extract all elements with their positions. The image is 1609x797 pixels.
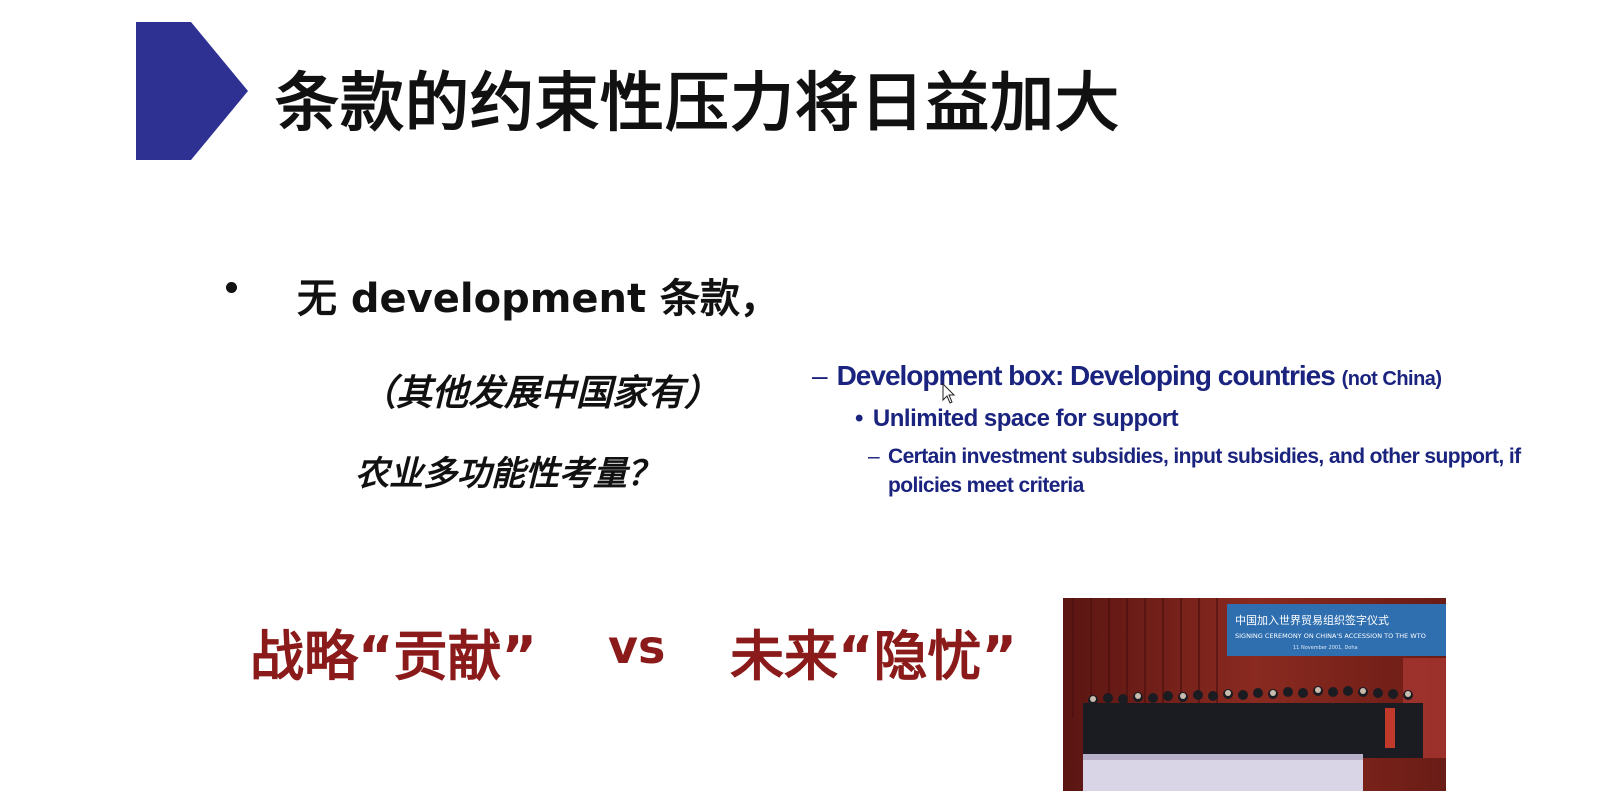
slide-title: 条款的约束性压力将日益加大 xyxy=(275,67,1120,141)
banner-text-cn: 中国加入世界贸易组织签字仪式 xyxy=(1235,613,1389,627)
note-agri-multifunctionality: 农业多功能性考量？ xyxy=(355,454,661,494)
bullet-no-development-clause: 无 development 条款， xyxy=(297,276,781,322)
development-box-level2-text: Unlimited space for support xyxy=(872,405,1179,432)
wto-signing-ceremony-photo: 中国加入世界贸易组织签字仪式 SIGNING CEREMONY ON CHINA… xyxy=(1063,598,1446,791)
development-box-level3-line-1: Certain investment subsidies, input subs… xyxy=(888,445,1521,468)
development-box-level2: • Unlimited space for support xyxy=(855,405,1179,433)
bullet-dot-icon xyxy=(226,282,237,293)
development-box-level3: – Certain investment subsidies, input su… xyxy=(868,442,1521,500)
development-box-heading-note: (not China) xyxy=(1341,368,1443,390)
bullet-marker: • xyxy=(855,405,863,432)
banner-date: 11 November 2001, Doha xyxy=(1293,645,1358,651)
title-marker-icon xyxy=(136,22,248,160)
note-other-developing-countries: （其他发展中国家有） xyxy=(360,373,721,414)
mouse-cursor-icon xyxy=(942,383,956,404)
development-box-heading-text: Development box: Developing countries xyxy=(836,360,1336,391)
development-box-level3-line-2: policies meet criteria xyxy=(888,474,1084,497)
development-box-heading: – Development box: Developing countries (… xyxy=(812,360,1442,392)
future-concern-text: 未来“隐忧” xyxy=(730,625,1017,688)
versus-text: vs xyxy=(608,620,666,674)
dash-marker: – xyxy=(812,360,828,391)
banner-text-en: SIGNING CEREMONY ON CHINA'S ACCESSION TO… xyxy=(1235,632,1426,640)
dash-marker: – xyxy=(868,445,880,468)
strategic-contribution-text: 战略“贡献” xyxy=(250,625,537,688)
